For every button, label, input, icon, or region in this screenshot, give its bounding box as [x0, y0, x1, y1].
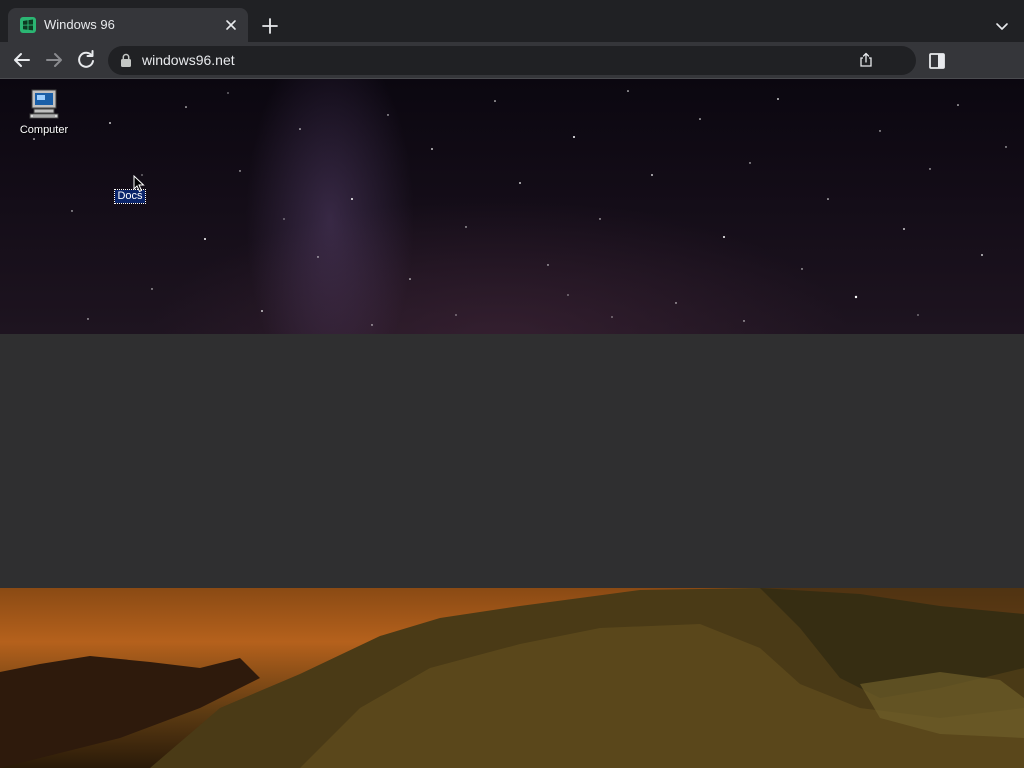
lock-icon[interactable] — [120, 53, 132, 67]
desktop-icon-computer[interactable]: Computer — [12, 88, 76, 138]
chevron-down-icon[interactable] — [992, 16, 1012, 36]
forward-icon[interactable] — [42, 48, 66, 72]
stars-decoration — [33, 90, 1007, 326]
url-text[interactable]: windows96.net — [142, 52, 235, 69]
back-icon[interactable] — [10, 48, 34, 72]
browser-tab-active[interactable]: Windows 96 — [8, 8, 248, 42]
windows96-logo-icon — [20, 17, 36, 33]
mouse-cursor-icon — [133, 175, 145, 193]
desktop-icon-label: Computer — [19, 124, 69, 136]
tab-title: Windows 96 — [44, 17, 115, 32]
wallpaper-loading-gap — [0, 334, 1024, 588]
share-icon[interactable] — [858, 52, 874, 68]
page-viewport: Computer Docs — [0, 79, 1024, 768]
close-icon[interactable] — [222, 16, 240, 34]
address-bar[interactable]: windows96.net — [108, 46, 916, 75]
folder-icon — [98, 153, 162, 186]
hills-decoration — [0, 588, 1024, 768]
desktop-icon-docs[interactable]: Docs — [98, 153, 162, 204]
reload-icon[interactable] — [74, 48, 98, 72]
computer-icon — [29, 89, 59, 119]
browser-toolbar: windows96.net — [0, 42, 1024, 79]
desktop-wallpaper-landscape — [0, 588, 1024, 768]
side-panel-icon[interactable] — [928, 52, 946, 70]
desktop-wallpaper-sky — [0, 79, 1024, 334]
plus-icon[interactable] — [258, 14, 282, 38]
browser-tab-strip: Windows 96 — [0, 0, 1024, 42]
